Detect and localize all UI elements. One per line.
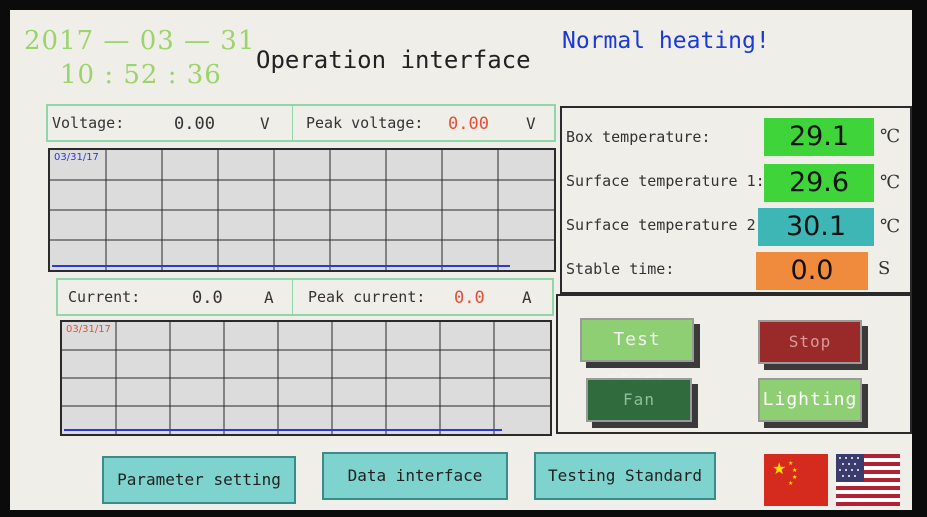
parameter-setting-button[interactable]: Parameter setting xyxy=(102,456,296,504)
data-interface-button[interactable]: Data interface xyxy=(322,452,508,500)
stable-time-value: 0.0 xyxy=(756,252,868,290)
current-grid xyxy=(62,322,550,434)
svg-text:★: ★ xyxy=(788,460,793,467)
surface-temperature-1-label: Surface temperature 1: xyxy=(566,172,765,190)
current-value: 0.0 xyxy=(192,288,223,308)
voltage-label: Voltage: xyxy=(52,114,125,132)
box-temperature-value: 29.1 xyxy=(764,118,874,156)
testing-standard-button[interactable]: Testing Standard xyxy=(534,452,716,500)
page-title: Operation interface xyxy=(256,46,531,74)
current-trend-chart: 03/31/17 xyxy=(60,320,552,436)
meter-divider xyxy=(292,280,293,314)
fan-button[interactable]: Fan xyxy=(586,378,692,422)
voltage-trend-chart: 03/31/17 xyxy=(48,148,556,272)
date-display: 2017 — 03 — 31 xyxy=(24,26,256,56)
voltage-value: 0.00 xyxy=(174,114,215,134)
stop-button[interactable]: Stop xyxy=(758,320,862,364)
peak-voltage-label: Peak voltage: xyxy=(306,114,424,132)
hmi-screen: 2017 — 03 — 31 10 : 52 : 36 Operation in… xyxy=(10,10,912,510)
peak-current-unit: A xyxy=(522,288,532,307)
peak-voltage-value: 0.00 xyxy=(448,114,489,134)
current-unit: A xyxy=(264,288,274,307)
surface-temperature-2-label: Surface temperature 2: xyxy=(566,216,765,234)
box-temperature-unit: ℃ xyxy=(880,126,901,147)
time-display: 10 : 52 : 36 xyxy=(60,60,222,90)
svg-text:★: ★ xyxy=(792,467,797,474)
svg-text:★: ★ xyxy=(788,480,793,487)
control-panel: Test start Stop Fan Lighting xyxy=(556,294,912,434)
box-temperature-label: Box temperature: xyxy=(566,128,711,146)
peak-current-label: Peak current: xyxy=(308,288,426,306)
peak-voltage-unit: V xyxy=(526,114,536,133)
voltage-grid xyxy=(50,150,554,270)
meter-divider xyxy=(292,106,293,140)
china-flag-icon[interactable]: ★ ★ ★ ★ ★ xyxy=(764,454,828,506)
current-chart-date: 03/31/17 xyxy=(66,324,111,335)
lighting-button[interactable]: Lighting xyxy=(758,378,862,422)
svg-text:★: ★ xyxy=(772,459,786,478)
stable-time-unit: S xyxy=(878,258,891,279)
stable-time-label: Stable time: xyxy=(566,260,675,278)
surface-temperature-1-unit: ℃ xyxy=(880,172,901,193)
peak-current-value: 0.0 xyxy=(454,288,485,308)
surface-temperature-2-unit: ℃ xyxy=(880,216,901,237)
voltage-meter: Voltage: 0.00 V Peak voltage: 0.00 V xyxy=(46,104,556,142)
current-label: Current: xyxy=(68,288,141,306)
temperature-panel: Box temperature: 29.1 ℃ Surface temperat… xyxy=(560,106,912,294)
surface-temperature-1-value: 29.6 xyxy=(764,164,874,202)
surface-temperature-2-value: 30.1 xyxy=(758,208,874,246)
current-meter: Current: 0.0 A Peak current: 0.0 A xyxy=(56,278,554,316)
status-message: Normal heating! xyxy=(562,28,770,54)
test-start-button[interactable]: Test start xyxy=(580,318,694,390)
voltage-chart-date: 03/31/17 xyxy=(54,152,99,163)
voltage-unit: V xyxy=(260,114,270,133)
usa-flag-icon[interactable] xyxy=(836,454,900,506)
